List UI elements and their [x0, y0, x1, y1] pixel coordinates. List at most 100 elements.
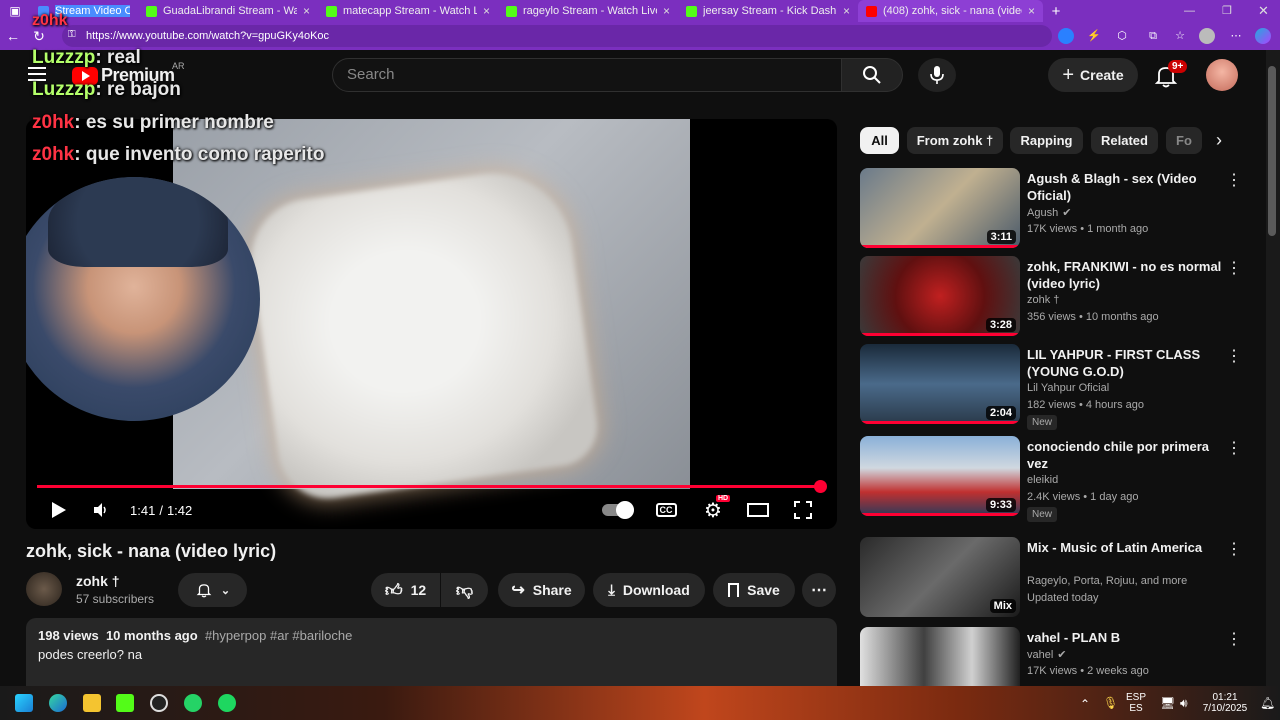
recommendation-title[interactable]: Agush & Blagh - sex (Video Oficial): [1027, 170, 1227, 204]
close-tab-icon[interactable]: ×: [303, 4, 310, 18]
more-actions-button[interactable]: ⋯: [802, 573, 836, 607]
clock[interactable]: 01:21 7/10/2025: [1200, 692, 1250, 714]
recommendation-channel[interactable]: Agush ✔: [1027, 206, 1071, 219]
notifications-tray-icon[interactable]: 🔔︎: [1260, 696, 1275, 710]
more-options-icon[interactable]: ⋮: [1226, 629, 1242, 649]
menu-dots-icon[interactable]: ⋯: [1228, 28, 1244, 44]
close-tab-icon[interactable]: ×: [843, 4, 850, 18]
recommendation-item[interactable]: Mix Mix - Music of Latin America Rageylo, …: [860, 537, 1255, 621]
recommendation-channel[interactable]: eleikid: [1027, 474, 1058, 486]
captions-button[interactable]: CC: [655, 499, 677, 521]
account-avatar[interactable]: [1206, 59, 1238, 91]
recommendation-channel[interactable]: zohk †: [1027, 294, 1059, 306]
more-options-icon[interactable]: ⋮: [1226, 170, 1242, 190]
browser-tab[interactable]: rageylo Stream - Watch Live on K×: [498, 0, 678, 22]
split-screen-icon[interactable]: ⧉: [1145, 28, 1161, 44]
more-options-icon[interactable]: ⋮: [1226, 438, 1242, 458]
recommendation-title[interactable]: Mix - Music of Latin America: [1027, 539, 1227, 556]
progress-bar[interactable]: [37, 485, 820, 488]
extension-icon[interactable]: ⚡: [1086, 28, 1102, 44]
browser-tab[interactable]: jeersay Stream - Kick Dashboard×: [678, 0, 858, 22]
tray-overflow-chevron-icon[interactable]: ⌃: [1080, 697, 1090, 711]
keyboard-language[interactable]: ESP ES: [1126, 692, 1146, 714]
search-input[interactable]: Search: [332, 58, 842, 92]
close-tab-icon[interactable]: ×: [483, 4, 490, 18]
save-button[interactable]: Save: [713, 573, 795, 607]
edge-copilot-icon[interactable]: [1058, 28, 1074, 44]
new-tab-button[interactable]: +: [1043, 3, 1069, 20]
progress-scrubber[interactable]: [814, 480, 827, 493]
chip-more[interactable]: Fo: [1166, 127, 1202, 154]
windows-start-icon[interactable]: [15, 694, 33, 712]
extensions-icon[interactable]: ⬡: [1114, 28, 1130, 44]
browser-tab[interactable]: matecapp Stream - Watch Live on×: [318, 0, 498, 22]
voice-search-button[interactable]: [918, 58, 956, 92]
chips-next-chevron-icon[interactable]: ›: [1208, 129, 1230, 151]
close-tab-icon[interactable]: ×: [663, 4, 670, 18]
recommendation-item[interactable]: 2:04 LIL YAHPUR - FIRST CLASS (YOUNG G.O.…: [860, 344, 1255, 430]
browser-tab-active[interactable]: (408) zohk, sick - nana (video lyric×: [858, 0, 1043, 22]
tray-mic-icon[interactable]: 🎙︎: [1103, 696, 1118, 710]
autoplay-toggle[interactable]: [602, 499, 634, 521]
more-options-icon[interactable]: ⋮: [1226, 258, 1242, 278]
like-button[interactable]: 👍︎ 12: [371, 573, 440, 607]
obs-icon[interactable]: [150, 694, 168, 712]
recommendation-thumbnail[interactable]: 2:04: [860, 344, 1020, 424]
search-button[interactable]: [841, 58, 903, 92]
more-options-icon[interactable]: ⋮: [1226, 539, 1242, 559]
recommendation-thumbnail[interactable]: Mix: [860, 537, 1020, 617]
fullscreen-button[interactable]: [792, 499, 814, 521]
window-minimize-icon[interactable]: —: [1184, 0, 1200, 22]
edge-icon[interactable]: [49, 694, 67, 712]
volume-tray-icon[interactable]: 🔊︎: [1180, 696, 1188, 711]
settings-button[interactable]: ⚙ HD: [702, 495, 731, 522]
chip-related[interactable]: Related: [1091, 127, 1158, 154]
tab-actions-icon[interactable]: ▣: [0, 0, 30, 22]
site-info-icon[interactable]: ⚿: [68, 29, 76, 40]
window-maximize-icon[interactable]: ❐: [1222, 0, 1238, 22]
share-button[interactable]: ↪ Share: [498, 573, 585, 607]
recommendation-title[interactable]: zohk, FRANKIWI - no es normal (video lyr…: [1027, 258, 1227, 292]
browser-tab[interactable]: GuadaLibrandi Stream - Watch Li×: [138, 0, 318, 22]
recommendation-thumbnail[interactable]: 9:33: [860, 436, 1020, 516]
recommendation-channel[interactable]: vahel ✔: [1027, 648, 1067, 661]
recommendation-channel[interactable]: Lil Yahpur Oficial: [1027, 382, 1109, 394]
kick-app-icon[interactable]: [116, 694, 134, 712]
hashtags[interactable]: #hyperpop #ar #bariloche: [205, 628, 352, 643]
volume-button[interactable]: [90, 499, 112, 521]
download-button[interactable]: ⤓ Download: [593, 573, 705, 607]
notification-bell-button[interactable]: ⌄: [178, 573, 247, 607]
chip-rapping[interactable]: Rapping: [1010, 127, 1083, 154]
network-icon[interactable]: 🖥︎: [1160, 696, 1175, 710]
whatsapp-icon[interactable]: [184, 694, 202, 712]
profile-icon[interactable]: [1199, 28, 1215, 44]
recommendation-item[interactable]: 9:33 conociendo chile por primera vez elei…: [860, 436, 1255, 522]
recommendation-thumbnail[interactable]: 3:11: [860, 168, 1020, 248]
recommendation-title[interactable]: conociendo chile por primera vez: [1027, 438, 1227, 472]
chip-from-channel[interactable]: From zohk †: [907, 127, 1003, 154]
recommendation-title[interactable]: vahel - PLAN B: [1027, 629, 1227, 646]
spotify-icon[interactable]: [218, 694, 236, 712]
reload-icon[interactable]: ↻: [26, 28, 52, 45]
play-button[interactable]: [48, 499, 70, 521]
window-close-icon[interactable]: ✕: [1258, 0, 1274, 22]
chip-all[interactable]: All: [860, 127, 899, 154]
url-bar[interactable]: ⚿ https://www.youtube.com/watch?v=gpuGKy…: [62, 25, 1052, 47]
dislike-button[interactable]: 👎︎: [441, 573, 488, 607]
recommendation-item[interactable]: 3:28 zohk, FRANKIWI - no es normal (video…: [860, 256, 1255, 340]
file-explorer-icon[interactable]: [83, 694, 101, 712]
create-button[interactable]: + Create: [1048, 58, 1138, 92]
close-tab-icon[interactable]: ×: [1028, 4, 1035, 18]
recommendation-item[interactable]: 3:11 Agush & Blagh - sex (Video Oficial) A…: [860, 168, 1255, 252]
more-options-icon[interactable]: ⋮: [1226, 346, 1242, 366]
channel-name[interactable]: zohk †: [76, 573, 120, 589]
copilot-icon[interactable]: [1255, 28, 1271, 44]
recommendation-title[interactable]: LIL YAHPUR - FIRST CLASS (YOUNG G.O.D): [1027, 346, 1227, 380]
back-icon[interactable]: ←: [0, 28, 26, 44]
video-player[interactable]: 1:41 / 1:42 CC ⚙ HD: [26, 119, 837, 529]
recommendation-channel[interactable]: Rageylo, Porta, Rojuu, and more: [1027, 575, 1187, 587]
theater-mode-button[interactable]: [745, 499, 771, 521]
channel-avatar[interactable]: [26, 572, 62, 606]
page-scrollbar-thumb[interactable]: [1268, 66, 1276, 236]
recommendation-thumbnail[interactable]: 3:28: [860, 256, 1020, 336]
